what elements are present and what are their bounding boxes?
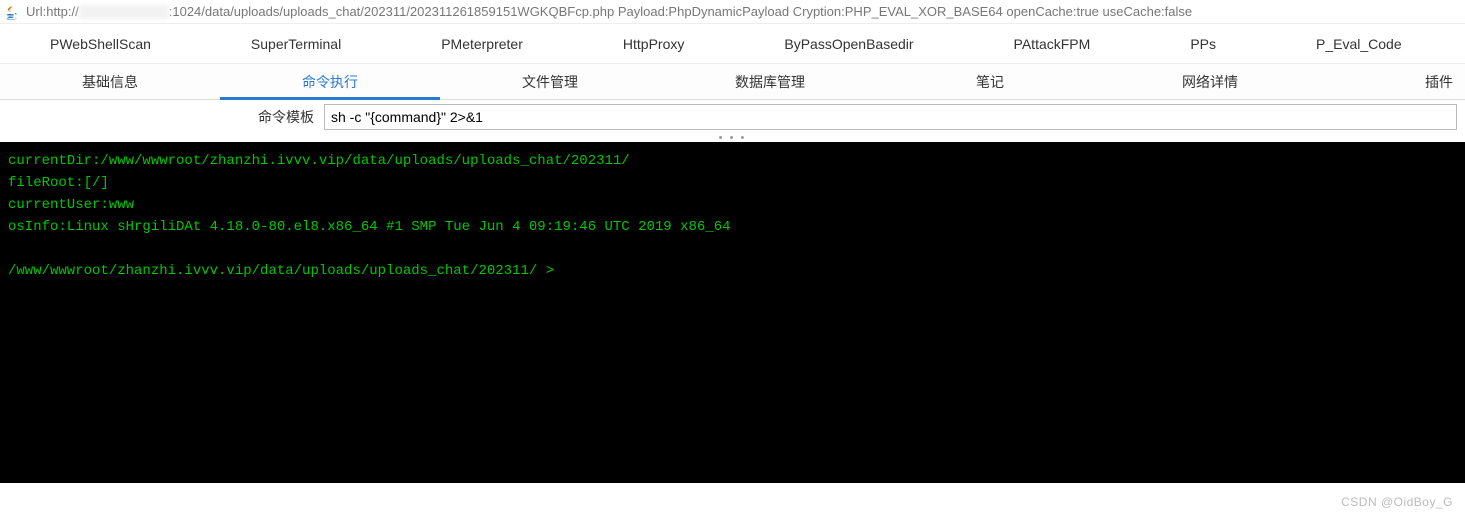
top-tab-httpproxy[interactable]: HttpProxy [573, 24, 734, 64]
top-tab-pwebshellscan[interactable]: PWebShellScan [0, 24, 201, 64]
sub-tab-cmdexec[interactable]: 命令执行 [220, 64, 440, 100]
terminal-output[interactable]: currentDir:/www/wwwroot/zhanzhi.ivvv.vip… [0, 142, 1465, 483]
sub-tabs: 基础信息 命令执行 文件管理 数据库管理 笔记 网络详情 插件 [0, 64, 1465, 100]
sub-tab-netinfo[interactable]: 网络详情 [1100, 64, 1320, 100]
title-cryption: Cryption:PHP_EVAL_XOR_BASE64 [789, 4, 1003, 19]
command-template-row: 命令模板 [0, 100, 1465, 134]
watermark: CSDN @OidBoy_G [1341, 495, 1453, 509]
top-tab-superterminal[interactable]: SuperTerminal [201, 24, 391, 64]
top-tab-pps[interactable]: PPs [1140, 24, 1266, 64]
top-tab-pattackfpm[interactable]: PAttackFPM [964, 24, 1141, 64]
url-path: :1024/data/uploads/uploads_chat/202311/2… [169, 4, 614, 19]
command-template-input[interactable] [324, 104, 1457, 130]
title-payload: Payload:PhpDynamicPayload [614, 4, 789, 19]
java-icon [4, 4, 20, 20]
sub-tab-dbmgr[interactable]: 数据库管理 [660, 64, 880, 100]
top-tab-pevalcode[interactable]: P_Eval_Code [1266, 24, 1452, 64]
title-usecache: useCache:false [1099, 4, 1192, 19]
top-tab-pmeterpreter[interactable]: PMeterpreter [391, 24, 573, 64]
top-tab-ports[interactable]: PortS [1452, 24, 1465, 64]
sub-tab-plugin[interactable]: 插件 [1413, 64, 1465, 100]
sub-tab-notes[interactable]: 笔记 [880, 64, 1100, 100]
sub-tab-basicinfo[interactable]: 基础信息 [0, 64, 220, 100]
window-titlebar: Url:http:// :1024/data/uploads/uploads_ch… [0, 0, 1465, 24]
command-template-label: 命令模板 [0, 107, 324, 127]
title-url: Url:http:// :1024/data/uploads/uploads_ch… [26, 4, 1192, 20]
top-tabs: PWebShellScan SuperTerminal PMeterpreter… [0, 24, 1465, 64]
top-tab-bypassopenbasedir[interactable]: ByPassOpenBasedir [734, 24, 963, 64]
sub-tab-filemgr[interactable]: 文件管理 [440, 64, 660, 100]
split-grip[interactable]: • • • [0, 134, 1465, 142]
title-opencache: openCache:true [1003, 4, 1099, 19]
url-scheme: Url:http:// [26, 4, 79, 19]
redacted-host [79, 5, 169, 19]
